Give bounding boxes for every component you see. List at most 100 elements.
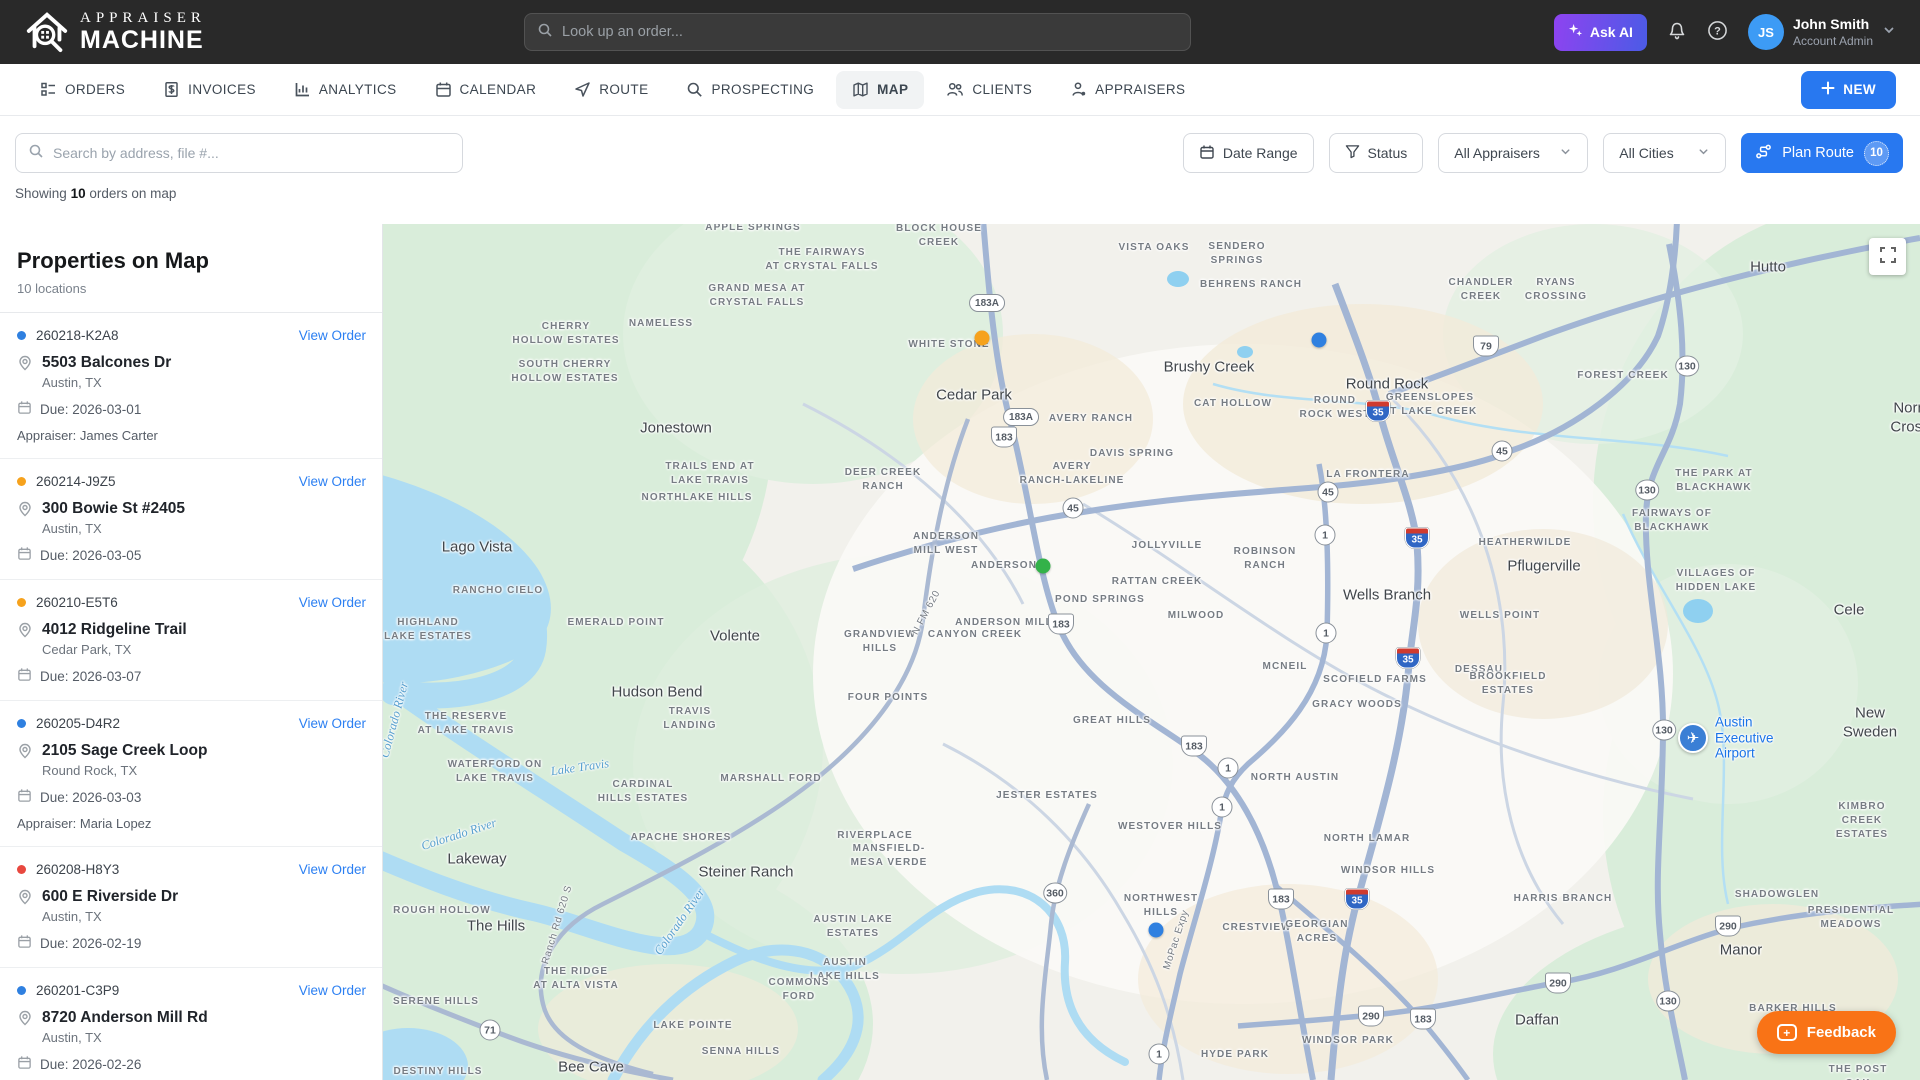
map-label: AUSTIN LAKE ESTATES [813,913,892,941]
route-shield: 1 [1315,525,1336,546]
date-range-button[interactable]: Date Range [1183,133,1314,173]
calendar-icon [1199,144,1215,163]
map-label: POND SPRINGS [1055,593,1145,607]
property-card[interactable]: 260201-C3P9 View Order 8720 Anderson Mil… [0,968,382,1080]
order-id: 260208-H8Y3 [36,862,119,877]
map-label: CANYON CREEK [928,628,1022,642]
map-label: Steiner Ranch [698,864,793,883]
map-label: HIGHLAND LAKE ESTATES [384,616,472,644]
tab-route[interactable]: ROUTE [558,71,664,109]
status-dot [17,719,26,728]
tab-appraisers[interactable]: APPRAISERS [1054,71,1201,109]
notifications-button[interactable] [1667,21,1687,44]
view-order-link[interactable]: View Order [299,862,366,877]
orders-icon [40,81,57,98]
tab-calendar[interactable]: CALENDAR [419,71,553,109]
route-shield: 183A [1003,408,1039,426]
route-shield: 1 [1149,1044,1170,1065]
feedback-button[interactable]: + Feedback [1757,1011,1896,1054]
tab-invoices[interactable]: INVOICES [147,71,272,109]
map-label: Colorado River [419,815,498,854]
property-address: 2105 Sage Creek Loop [42,742,207,760]
property-card[interactable]: 260214-J9Z5 View Order 300 Bowie St #240… [0,459,382,580]
address-search-input[interactable] [53,145,450,161]
ask-ai-button[interactable]: Ask AI [1554,14,1647,51]
map-label: HYDE PARK [1201,1048,1269,1062]
app-logo[interactable]: APPRAISER MACHINE [24,7,206,58]
tab-prospecting[interactable]: PROSPECTING [670,71,830,109]
map-toolbar: Date Range Status All Appraisers All Cit… [0,116,1920,224]
due-date: Due: 2026-02-19 [40,936,141,951]
route-shield: 35 [1396,648,1420,669]
view-order-link[interactable]: View Order [299,328,366,343]
route-icon [574,81,591,98]
map-label: SERENE HILLS [393,995,479,1009]
map-label: MANSFIELD- MESA VERDE [851,842,928,870]
sidebar-title: Properties on Map [17,248,366,274]
map-marker[interactable] [1312,333,1327,348]
status-dot [17,986,26,995]
route-icon [1755,143,1772,164]
cities-select[interactable]: All Cities [1603,133,1726,173]
view-order-link[interactable]: View Order [299,716,366,731]
view-order-link[interactable]: View Order [299,595,366,610]
map-label: SHADOWGLEN [1735,888,1819,902]
map-label: Jonestown [640,420,712,439]
map-label: Pflugerville [1507,558,1580,577]
tab-orders[interactable]: ORDERS [24,71,141,109]
map-label: MILWOOD [1168,609,1225,623]
bell-icon [1667,21,1687,44]
pin-icon [17,743,33,778]
map-label: MCNEIL [1263,660,1308,674]
map-label: Hudson Bend [612,684,703,703]
map-label: Cedar Park [936,387,1012,406]
map-label: Brushy Creek [1164,359,1255,378]
map-marker[interactable] [1149,923,1164,938]
map-label: JESTER ESTATES [996,789,1098,803]
map-marker[interactable] [1036,559,1051,574]
view-order-link[interactable]: View Order [299,983,366,998]
property-card[interactable]: 260218-K2A8 View Order 5503 Balcones Dr … [0,313,382,459]
order-id: 260210-E5T6 [36,595,118,610]
order-lookup-search[interactable] [524,13,1191,51]
user-menu[interactable]: JS John Smith Account Admin [1748,14,1896,50]
route-shield: 183 [1410,1009,1436,1030]
address-search[interactable] [15,133,463,173]
tab-analytics[interactable]: ANALYTICS [278,71,413,109]
route-shield: 130 [1635,480,1659,501]
view-order-link[interactable]: View Order [299,474,366,489]
property-city: Austin, TX [42,909,178,924]
route-shield: 35 [1345,889,1369,910]
map-canvas[interactable]: Cedar ParkJonestownRound RockBrushy Cree… [383,224,1920,1080]
property-card[interactable]: 260208-H8Y3 View Order 600 E Riverside D… [0,847,382,968]
map-label: RYANS CROSSING [1525,276,1587,304]
property-card[interactable]: 260210-E5T6 View Order 4012 Ridgeline Tr… [0,580,382,701]
help-button[interactable]: ? [1707,20,1728,44]
map-label: CHERRY HOLLOW ESTATES [512,320,619,348]
map-label: FAIRWAYS OF BLACKHAWK [1632,507,1712,535]
map-label: Manor [1720,942,1763,961]
tab-list: ORDERSINVOICESANALYTICSCALENDARROUTEPROS… [24,71,1201,109]
properties-sidebar: Properties on Map 10 locations 260218-K2… [0,224,383,1080]
tab-map[interactable]: MAP [836,71,924,109]
map-label: WATERFORD ON LAKE TRAVIS [448,758,543,786]
new-order-button[interactable]: NEW [1801,71,1896,109]
plan-route-button[interactable]: Plan Route 10 [1741,133,1903,173]
order-id: 260205-D4R2 [36,716,120,731]
appraisers-select[interactable]: All Appraisers [1438,133,1588,173]
svg-text:?: ? [1714,26,1721,38]
map-fullscreen-button[interactable] [1869,238,1906,275]
route-shield: 35 [1405,528,1429,549]
map-label: Norman Crossing [1890,399,1920,437]
top-bar: APPRAISER MACHINE Ask AI [0,0,1920,64]
map-marker[interactable] [975,331,990,346]
property-address: 5503 Balcones Dr [42,354,171,372]
property-card[interactable]: 260205-D4R2 View Order 2105 Sage Creek L… [0,701,382,847]
map-label: ROBINSON RANCH [1234,545,1297,573]
map-label: THE POST OAK [1827,1063,1889,1080]
order-lookup-input[interactable] [562,24,1178,40]
tab-clients[interactable]: CLIENTS [930,71,1048,109]
route-shield: 183 [991,427,1017,448]
property-address: 600 E Riverside Dr [42,888,178,906]
status-filter-button[interactable]: Status [1329,133,1424,173]
